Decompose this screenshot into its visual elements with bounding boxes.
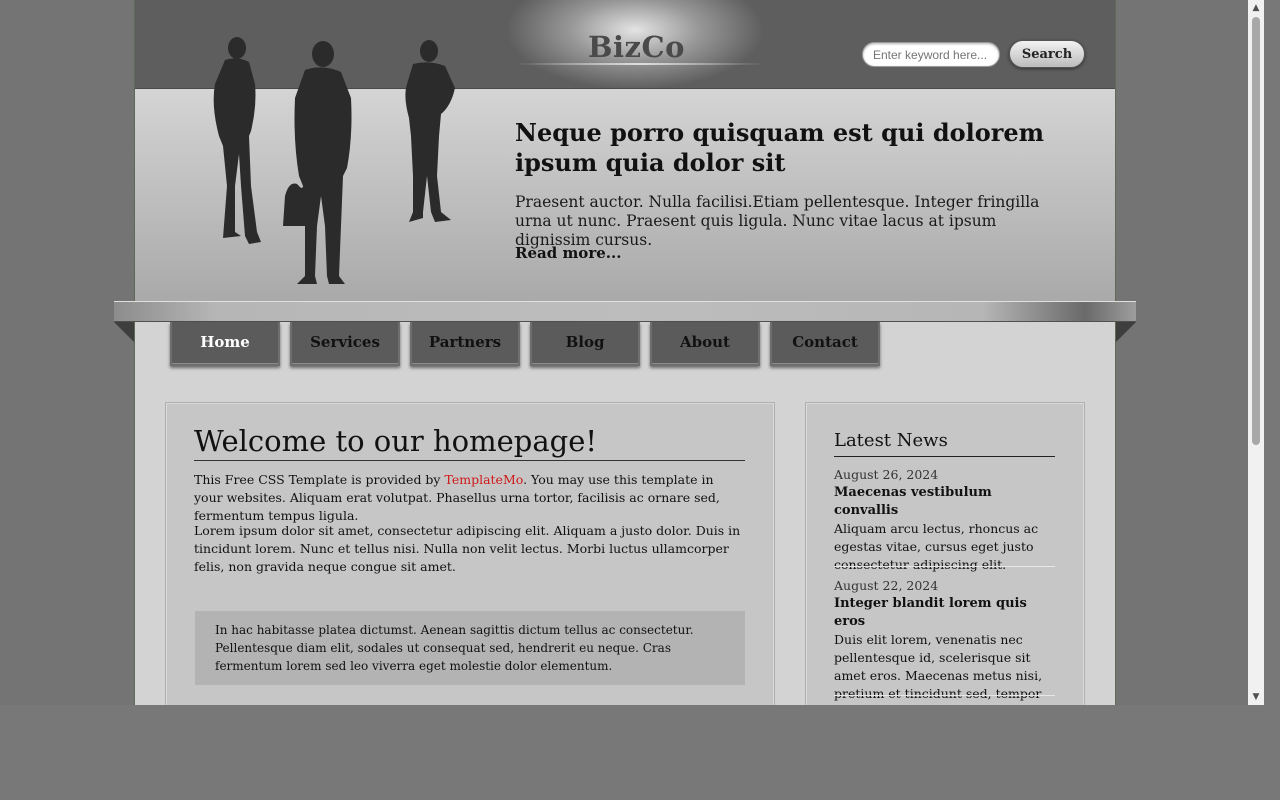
- templatemo-link[interactable]: TemplateMo: [444, 472, 523, 487]
- welcome-heading: Welcome to our homepage!: [194, 424, 745, 461]
- news-divider: [834, 695, 1055, 696]
- scroll-thumb[interactable]: [1252, 17, 1260, 445]
- news-date: August 22, 2024: [834, 578, 939, 593]
- scroll-up-arrow-icon[interactable]: ▲: [1248, 0, 1264, 16]
- latest-news-heading: Latest News: [834, 430, 1055, 457]
- news-headline[interactable]: Maecenas vestibulum convallis: [834, 484, 1055, 520]
- nav-tab-contact[interactable]: Contact: [770, 322, 880, 366]
- search-input[interactable]: [862, 42, 1000, 67]
- intro-paragraph: This Free CSS Template is provided by Te…: [194, 471, 745, 525]
- business-people-silhouette-icon: [213, 37, 455, 284]
- nav-tab-blog[interactable]: Blog: [530, 322, 640, 366]
- site-logo[interactable]: BizCo: [588, 30, 685, 64]
- search-button[interactable]: Search: [1009, 40, 1085, 68]
- banner-title: Neque porro quisquam est qui dolorem ips…: [515, 118, 1045, 177]
- read-more-link[interactable]: Read more...: [515, 244, 621, 262]
- banner-text: Praesent auctor. Nulla facilisi.Etiam pe…: [515, 193, 1040, 249]
- nav-tab-partners[interactable]: Partners: [410, 322, 520, 366]
- news-headline[interactable]: Integer blandit lorem quis eros: [834, 595, 1055, 631]
- news-date: August 26, 2024: [834, 467, 939, 482]
- vertical-scrollbar[interactable]: ▲ ▼: [1248, 0, 1264, 705]
- news-item: August 26, 2024 Maecenas vestibulum conv…: [834, 466, 1055, 574]
- nav-tab-home[interactable]: Home: [170, 322, 280, 366]
- quote-box: In hac habitasse platea dictumst. Aenean…: [195, 611, 745, 685]
- nav-ribbon-fold-right: [1116, 322, 1136, 342]
- lorem-paragraph: Lorem ipsum dolor sit amet, consectetur …: [194, 523, 741, 574]
- nav-ribbon-fold-left: [114, 322, 134, 342]
- news-item: August 22, 2024 Integer blandit lorem qu…: [834, 577, 1055, 705]
- scroll-down-arrow-icon[interactable]: ▼: [1248, 689, 1264, 705]
- intro-text-before: This Free CSS Template is provided by: [194, 472, 445, 487]
- news-divider: [834, 566, 1055, 567]
- news-body: Duis elit lorem, venenatis nec pellentes…: [834, 632, 1043, 705]
- nav-ribbon: [114, 301, 1136, 322]
- nav-tab-about[interactable]: About: [650, 322, 760, 366]
- nav-tab-services[interactable]: Services: [290, 322, 400, 366]
- browser-viewport: BizCo Search Neque porro quisquam est qu…: [0, 0, 1264, 705]
